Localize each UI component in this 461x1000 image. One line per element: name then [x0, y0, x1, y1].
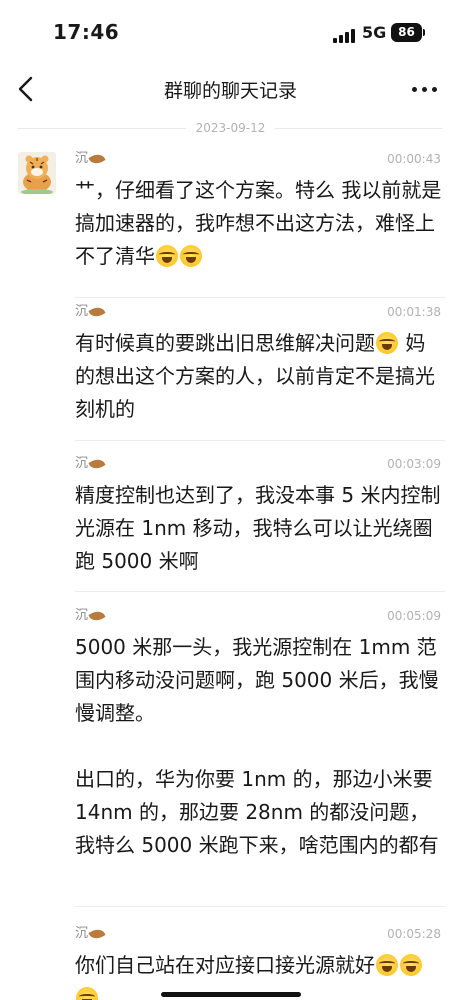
sender-name: 沉: [75, 150, 106, 168]
leaf-icon: [88, 607, 106, 624]
date-separator: 2023-09-12: [0, 119, 461, 137]
sender-name: 沉: [75, 455, 106, 473]
message-time: 00:05:28: [387, 927, 441, 941]
more-button[interactable]: [408, 76, 442, 102]
home-indicator[interactable]: [161, 992, 301, 997]
battery-tip: [423, 29, 425, 36]
message-item: 沉 00:00:43 艹，仔细看了这个方案。特么 我以前就是搞加速器的，我咋想不…: [75, 150, 445, 298]
message-time: 00:03:09: [387, 457, 441, 471]
avatar[interactable]: [18, 152, 56, 194]
signal-icon: [333, 27, 355, 43]
more-dots-icon: [412, 87, 417, 92]
message-text: 精度控制也达到了，我没本事 5 米内控制光源在 1nm 移动，我特么可以让光绕圈…: [75, 483, 441, 573]
message-time: 00:05:09: [387, 609, 441, 623]
crying-laughing-emoji-icon: [376, 954, 398, 976]
leaf-icon: [88, 455, 106, 472]
network-type: 5G: [362, 23, 387, 42]
sender-name: 沉: [75, 303, 106, 321]
leaf-icon: [88, 925, 106, 942]
crying-laughing-emoji-icon: [76, 987, 98, 1000]
crying-laughing-emoji-icon: [180, 245, 202, 267]
message-text: 5000 米那一头，我光源控制在 1mm 范围内移动没问题啊，跑 5000 米后…: [75, 635, 439, 857]
message-text: 有时候真的要跳出旧思维解决问题 妈的想出这个方案的人，以前肯定不是搞光刻机的: [75, 331, 435, 421]
status-bar: 17:46 5G 86: [0, 0, 461, 62]
sender-name: 沉: [75, 925, 106, 943]
message-item: 沉 00:01:38 有时候真的要跳出旧思维解决问题 妈的想出这个方案的人，以前…: [75, 303, 445, 441]
battery-icon: 86: [391, 23, 422, 42]
message-item: 沉 00:03:09 精度控制也达到了，我没本事 5 米内控制光源在 1nm 移…: [75, 455, 445, 592]
message-text: 艹，仔细看了这个方案。特么 我以前就是搞加速器的，我咋想不出这方法，难怪上不了清…: [75, 178, 442, 268]
tiger-avatar-icon: [21, 155, 53, 194]
crying-laughing-emoji-icon: [156, 245, 178, 267]
message-time: 00:01:38: [387, 305, 441, 319]
message-item: 沉 00:05:09 5000 米那一头，我光源控制在 1mm 范围内移动没问题…: [75, 607, 445, 907]
page-title: 群聊的聊天记录: [163, 80, 297, 102]
sender-name: 沉: [75, 607, 106, 625]
leaf-icon: [88, 150, 106, 167]
nav-bar: 群聊的聊天记录: [0, 62, 461, 117]
leaf-icon: [88, 303, 106, 320]
crying-laughing-emoji-icon: [376, 332, 398, 354]
message-item: 沉 00:05:28 你们自己站在对应接口接光源就好: [75, 925, 445, 1000]
status-time: 17:46: [53, 20, 120, 44]
crying-laughing-emoji-icon: [400, 954, 422, 976]
message-time: 00:00:43: [387, 152, 441, 166]
